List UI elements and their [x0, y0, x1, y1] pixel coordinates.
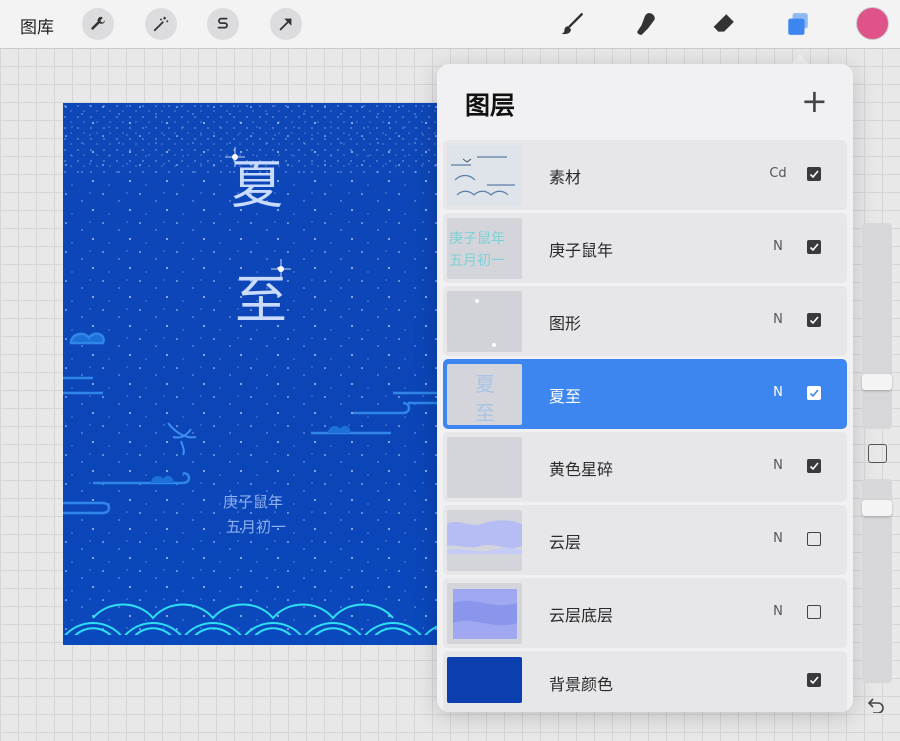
- opacity-knob[interactable]: [862, 500, 892, 516]
- gallery-button[interactable]: 图库: [20, 13, 54, 38]
- layer-thumbnail: 夏 至: [447, 364, 522, 425]
- layer-thumbnail: [447, 291, 522, 352]
- layers-panel: 图层 + 素材 Cd 庚子鼠年 五月初一 庚子鼠年 N 图形 N 夏 至 夏至: [437, 64, 853, 712]
- layer-visibility-checkbox[interactable]: [807, 459, 821, 473]
- layer-row-beijingyanse[interactable]: 背景颜色: [443, 651, 847, 712]
- layer-row-tuxing[interactable]: 图形 N: [443, 286, 847, 356]
- undo-icon[interactable]: [867, 697, 885, 718]
- artwork-title-line2: 至: [235, 271, 288, 331]
- right-sidebar: [856, 217, 900, 714]
- blend-mode[interactable]: N: [763, 531, 793, 546]
- layer-thumbnail: [447, 437, 522, 498]
- color-picker[interactable]: [857, 8, 888, 39]
- top-toolbar: 图库: [0, 0, 900, 48]
- brush-size-slider[interactable]: [862, 223, 892, 429]
- artwork-title-line1: 夏: [231, 156, 284, 216]
- transform-arrow-icon[interactable]: [270, 8, 302, 40]
- blend-mode[interactable]: Cd: [763, 166, 793, 181]
- blend-mode[interactable]: N: [763, 239, 793, 254]
- wrench-icon[interactable]: [82, 8, 114, 40]
- blend-mode[interactable]: N: [763, 312, 793, 327]
- layer-visibility-checkbox[interactable]: [807, 167, 821, 181]
- layer-name: 黄色星碎: [549, 460, 614, 479]
- layer-thumbnail: [447, 510, 522, 571]
- layer-name: 云层: [549, 533, 582, 552]
- layer-name: 素材: [549, 168, 582, 187]
- layer-thumbnail: [447, 583, 522, 644]
- layer-thumbnail: 庚子鼠年 五月初一: [447, 218, 522, 279]
- thumbnail-text: 至: [475, 401, 495, 425]
- brush-size-knob[interactable]: [862, 374, 892, 390]
- layer-visibility-checkbox[interactable]: [807, 605, 821, 619]
- layer-visibility-checkbox[interactable]: [807, 240, 821, 254]
- layer-row-xiazhi[interactable]: 夏 至 夏至 N: [443, 359, 847, 429]
- thumbnail-text: 夏: [475, 372, 495, 396]
- thumbnail-text: 庚子鼠年: [449, 231, 505, 247]
- modify-button[interactable]: [868, 444, 887, 463]
- layer-name: 云层底层: [549, 606, 614, 625]
- artwork-date-line2: 五月初一: [226, 518, 287, 536]
- layers-icon[interactable]: [782, 8, 814, 40]
- selection-s-icon[interactable]: [207, 8, 239, 40]
- layer-name: 夏至: [549, 387, 582, 406]
- eraser-icon[interactable]: [707, 8, 739, 40]
- layer-visibility-checkbox[interactable]: [807, 313, 821, 327]
- blend-mode[interactable]: N: [763, 604, 793, 619]
- layer-row-huangsexingsui[interactable]: 黄色星碎 N: [443, 432, 847, 502]
- layer-visibility-checkbox[interactable]: [807, 532, 821, 546]
- layer-row-yunceng[interactable]: 云层 N: [443, 505, 847, 575]
- blend-mode[interactable]: N: [763, 385, 793, 400]
- layers-panel-title: 图层: [465, 91, 516, 120]
- layer-visibility-checkbox[interactable]: [807, 673, 821, 687]
- layer-row-yuncengdiceng[interactable]: 云层底层 N: [443, 578, 847, 648]
- layer-name: 背景颜色: [549, 675, 614, 694]
- thumbnail-text: 五月初一: [449, 253, 505, 269]
- layer-name: 庚子鼠年: [549, 241, 614, 260]
- layer-thumbnail: [447, 145, 522, 206]
- blend-mode[interactable]: N: [763, 458, 793, 473]
- magic-wand-icon[interactable]: [145, 8, 177, 40]
- layer-thumbnail: [447, 657, 522, 703]
- layer-visibility-checkbox[interactable]: [807, 386, 821, 400]
- brush-icon[interactable]: [556, 8, 588, 40]
- add-layer-button[interactable]: +: [801, 85, 828, 117]
- artwork-canvas[interactable]: 夏 至 庚子鼠年 五月初一: [63, 103, 443, 645]
- layer-row-sucai[interactable]: 素材 Cd: [443, 140, 847, 210]
- artwork-date-line1: 庚子鼠年: [223, 493, 284, 511]
- layer-name: 图形: [549, 314, 582, 333]
- smudge-icon[interactable]: [631, 8, 663, 40]
- layer-row-gengzi[interactable]: 庚子鼠年 五月初一 庚子鼠年 N: [443, 213, 847, 283]
